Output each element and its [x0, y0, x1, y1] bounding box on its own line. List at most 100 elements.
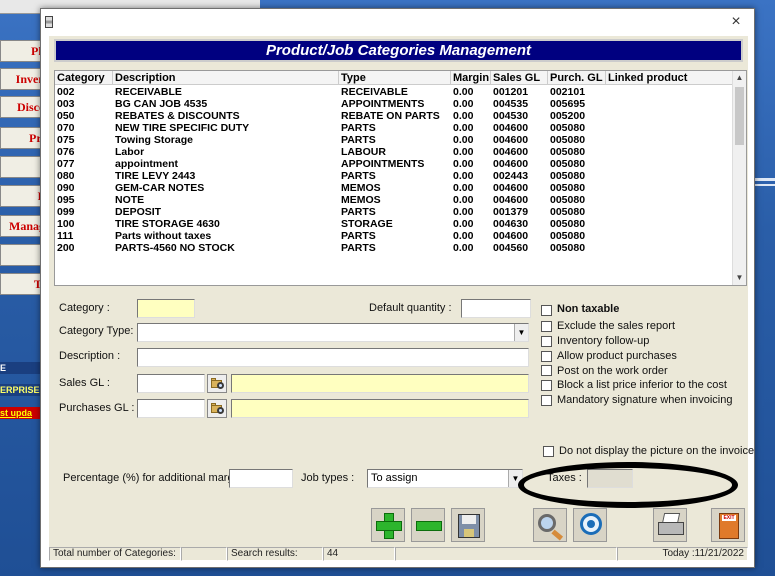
cell-category: 076: [57, 146, 75, 158]
cell-purch-gl: 005080: [550, 182, 586, 194]
job-types-select[interactable]: To assign ▼: [367, 469, 523, 488]
cell-margin: 0.00: [453, 242, 474, 254]
allow-purchases-checkbox[interactable]: [541, 351, 552, 362]
categories-list[interactable]: Category Description Type Margin Sales G…: [54, 70, 747, 286]
scroll-thumb[interactable]: [735, 87, 744, 145]
table-row[interactable]: 200 PARTS-4560 NO STOCK PARTS 0.00 004560 005…: [55, 242, 735, 254]
column-header-purch-gl[interactable]: Purch. GL: [548, 71, 606, 85]
table-row[interactable]: 075 Towing Storage PARTS 0.00 004600 005080: [55, 134, 735, 146]
add-button[interactable]: [371, 508, 405, 542]
cell-sales-gl: 004535: [493, 98, 529, 110]
cell-type: RECEIVABLE: [341, 86, 408, 98]
exit-button[interactable]: EXIT: [711, 508, 745, 542]
cell-sales-gl: 004600: [493, 194, 529, 206]
cell-sales-gl: 004600: [493, 158, 529, 170]
table-row[interactable]: 050 REBATES & DISCOUNTS REBATE ON PARTS 0.0…: [55, 110, 735, 122]
dialog-client: Product/Job Categories Management Catego…: [49, 36, 754, 561]
post-work-order-checkbox[interactable]: [541, 365, 552, 376]
cell-margin: 0.00: [453, 230, 474, 242]
table-row[interactable]: 002 RECEIVABLE RECEIVABLE 0.00 001201 002101: [55, 86, 735, 98]
additional-margin-input[interactable]: [229, 469, 293, 488]
cell-linked-product: [606, 158, 735, 170]
cell-type: PARTS: [341, 206, 376, 218]
table-row[interactable]: 100 TIRE STORAGE 4630 STORAGE 0.00 004630 005…: [55, 218, 735, 230]
category-input[interactable]: [137, 299, 195, 318]
scroll-down-icon[interactable]: ▼: [733, 271, 746, 285]
cell-description: appointment: [115, 158, 178, 170]
close-icon[interactable]: ×: [726, 12, 746, 32]
table-row[interactable]: 003 BG CAN JOB 4535 APPOINTMENTS 0.00 004535…: [55, 98, 735, 110]
search-button[interactable]: [533, 508, 567, 542]
sales-gl-browse-button[interactable]: [207, 374, 227, 393]
column-header-linked-product[interactable]: Linked product: [606, 71, 735, 85]
cell-sales-gl: 004600: [493, 182, 529, 194]
cell-purch-gl: 005695: [550, 98, 586, 110]
table-row[interactable]: 080 TIRE LEVY 2443 PARTS 0.00 002443 005080: [55, 170, 735, 182]
table-row[interactable]: 076 Labor LABOUR 0.00 004600 005080: [55, 146, 735, 158]
cell-sales-gl: 002443: [493, 170, 529, 182]
default-quantity-input[interactable]: [461, 299, 531, 318]
cell-margin: 0.00: [453, 86, 474, 98]
scroll-up-icon[interactable]: ▲: [733, 71, 746, 85]
inventory-followup-checkbox[interactable]: [541, 336, 552, 347]
no-picture-label: Do not display the picture on the invoic…: [559, 445, 755, 457]
block-price-checkbox[interactable]: [541, 380, 552, 391]
purchases-gl-input[interactable]: [137, 399, 205, 418]
cell-purch-gl: 005080: [550, 122, 586, 134]
cell-description: BG CAN JOB 4535: [115, 98, 208, 110]
cell-margin: 0.00: [453, 122, 474, 134]
cell-sales-gl: 004530: [493, 110, 529, 122]
job-types-label: Job types :: [301, 472, 355, 484]
job-types-value: To assign: [371, 472, 418, 484]
table-row[interactable]: 111 Parts without taxes PARTS 0.00 004600 005…: [55, 230, 735, 242]
no-picture-checkbox[interactable]: [543, 446, 554, 457]
cell-description: Parts without taxes: [115, 230, 212, 242]
view-icon: [587, 520, 595, 528]
cell-type: MEMOS: [341, 182, 381, 194]
chevron-down-icon[interactable]: ▼: [514, 324, 528, 341]
table-row[interactable]: 099 DEPOSIT PARTS 0.00 001379 005080: [55, 206, 735, 218]
save-icon: [464, 529, 474, 537]
column-header-description[interactable]: Description: [113, 71, 339, 85]
column-header-sales-gl[interactable]: Sales GL: [491, 71, 548, 85]
purchases-gl-browse-button[interactable]: [207, 399, 227, 418]
exit-sign: EXIT: [722, 515, 736, 521]
table-row[interactable]: 070 NEW TIRE SPECIFIC DUTY PARTS 0.00 004600…: [55, 122, 735, 134]
mandatory-signature-checkbox[interactable]: [541, 395, 552, 406]
cell-margin: 0.00: [453, 158, 474, 170]
cell-type: PARTS: [341, 170, 376, 182]
cell-category: 095: [57, 194, 75, 206]
cell-description: Towing Storage: [115, 134, 193, 146]
cell-description: Labor: [115, 146, 145, 158]
table-row[interactable]: 077 appointment APPOINTMENTS 0.00 004600 0050…: [55, 158, 735, 170]
cell-sales-gl: 001379: [493, 206, 529, 218]
today-date: Today :11/21/2022: [617, 547, 748, 561]
cell-linked-product: [606, 206, 735, 218]
sales-gl-input[interactable]: [137, 374, 205, 393]
page-title: Product/Job Categories Management: [54, 39, 743, 62]
column-header-type[interactable]: Type: [339, 71, 451, 85]
cell-linked-product: [606, 98, 735, 110]
remove-button[interactable]: [411, 508, 445, 542]
column-header-category[interactable]: Category: [55, 71, 113, 85]
view-button[interactable]: [573, 508, 607, 542]
non-taxable-checkbox[interactable]: [541, 305, 552, 316]
cell-description: PARTS-4560 NO STOCK: [115, 242, 235, 254]
description-input[interactable]: [137, 348, 529, 367]
category-label: Category :: [59, 302, 110, 314]
cell-purch-gl: 005080: [550, 146, 586, 158]
cell-category: 080: [57, 170, 75, 182]
list-scrollbar[interactable]: ▲ ▼: [732, 71, 746, 285]
save-button[interactable]: [451, 508, 485, 542]
table-row[interactable]: 095 NOTE MEMOS 0.00 004600 005080: [55, 194, 735, 206]
cell-category: 099: [57, 206, 75, 218]
exclude-sales-report-checkbox[interactable]: [541, 321, 552, 332]
print-button[interactable]: [653, 508, 687, 542]
cell-description: NOTE: [115, 194, 145, 206]
category-type-select[interactable]: ▼: [137, 323, 529, 342]
column-header-margin[interactable]: Margin: [451, 71, 491, 85]
table-row[interactable]: 090 GEM-CAR NOTES MEMOS 0.00 004600 005080: [55, 182, 735, 194]
cell-sales-gl: 004600: [493, 122, 529, 134]
cell-linked-product: [606, 86, 735, 98]
cell-type: PARTS: [341, 242, 376, 254]
